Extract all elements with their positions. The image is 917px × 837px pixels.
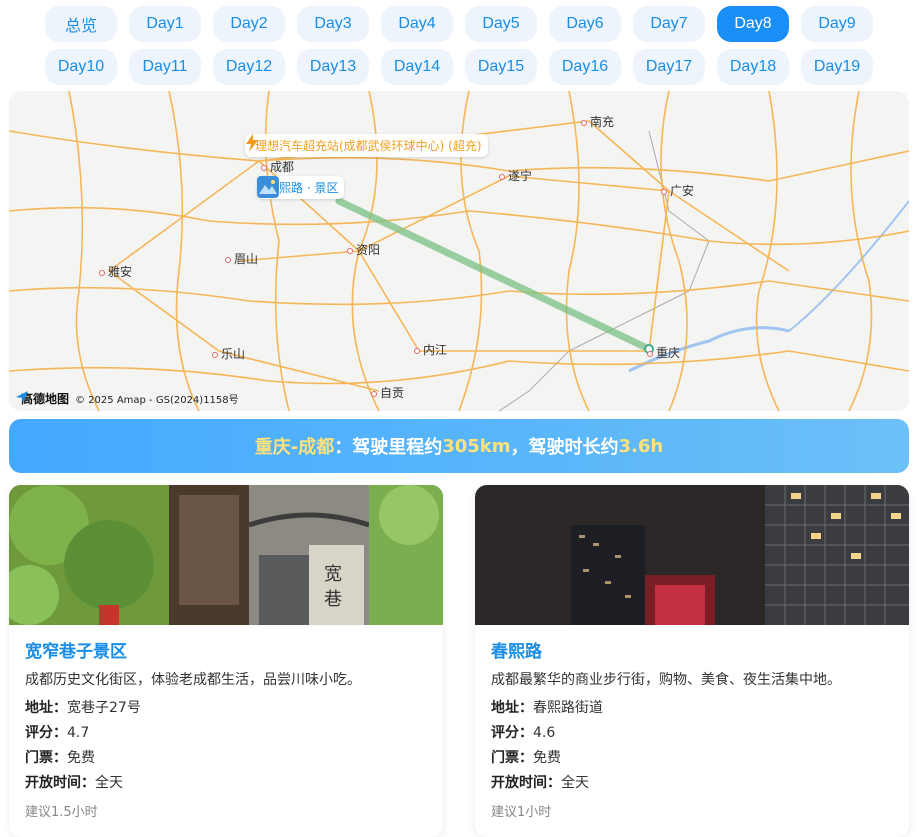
- city-nanchong: 南充: [581, 113, 614, 130]
- city-zigong: 自贡: [371, 384, 404, 401]
- charging-station-marker[interactable]: 理想汽车超充站(成都武侯环球中心) (超充): [245, 134, 488, 157]
- route-summary: 重庆-成都 ：驾驶里程约 305km ，驾驶时长约 3.6h: [9, 419, 909, 473]
- scenic-spot-marker[interactable]: 春熙路 · 景区: [257, 176, 345, 199]
- route-name: 重庆-成都: [254, 437, 335, 458]
- tab-day17[interactable]: Day17: [633, 49, 705, 85]
- tab-day11[interactable]: Day11: [129, 49, 201, 85]
- map-copyright: © 2025 Amap - GS(2024)1158号: [75, 395, 239, 406]
- tab-day7[interactable]: Day7: [633, 6, 705, 42]
- tab-day14[interactable]: Day14: [381, 49, 453, 85]
- tab-day5[interactable]: Day5: [465, 6, 537, 42]
- attraction-description: 成都历史文化街区，体验老成都生活，品尝川味小吃。: [25, 672, 361, 688]
- attraction-suggested-duration: 建议1小时: [491, 805, 552, 820]
- tab-day1[interactable]: Day1: [129, 6, 201, 42]
- city-ziyang: 资阳: [347, 241, 380, 258]
- attraction-suggested-duration: 建议1.5小时: [25, 805, 98, 820]
- charging-station-label: 理想汽车超充站(成都武侯环球中心) (超充): [255, 139, 482, 153]
- city-neijiang: 内江: [414, 341, 447, 358]
- attraction-description: 成都最繁华的商业步行街，购物、美食、夜生活集中地。: [491, 672, 841, 688]
- map-attribution: 高德地图 © 2025 Amap - GS(2024)1158号: [15, 390, 239, 407]
- svg-text:巷: 巷: [324, 589, 342, 610]
- tab-day16[interactable]: Day16: [549, 49, 621, 85]
- attraction-rating: 评分：4.7: [25, 725, 90, 741]
- attraction-card-chunxilu[interactable]: 春熙路 成都最繁华的商业步行街，购物、美食、夜生活集中地。 地址：春熙路街道 评…: [475, 485, 909, 837]
- tab-day19[interactable]: Day19: [801, 49, 873, 85]
- tab-day12[interactable]: Day12: [213, 49, 285, 85]
- city-leshan: 乐山: [212, 345, 245, 362]
- svg-text:宽: 宽: [324, 564, 342, 585]
- city-yaan: 雅安: [99, 263, 132, 280]
- attraction-hours: 开放时间：全天: [25, 775, 123, 791]
- city-chengdu: 成都: [261, 158, 294, 175]
- tab-day2[interactable]: Day2: [213, 6, 285, 42]
- tab-day13[interactable]: Day13: [297, 49, 369, 85]
- route-duration: 3.6h: [618, 435, 664, 457]
- tab-day15[interactable]: Day15: [465, 49, 537, 85]
- tab-day6[interactable]: Day6: [549, 6, 621, 42]
- attraction-hours: 开放时间：全天: [491, 775, 589, 791]
- attraction-title: 宽窄巷子景区: [25, 642, 127, 662]
- attraction-rating: 评分：4.6: [491, 725, 556, 741]
- attraction-card-kuanzhai[interactable]: 宽 巷 宽窄巷子景区 成都历史文化街区，体验老成都生活，品尝川味小吃。 地址：宽…: [9, 485, 443, 837]
- attraction-photo: [475, 485, 909, 625]
- attraction-photo: 宽 巷: [9, 485, 443, 625]
- attraction-title: 春熙路: [491, 642, 542, 662]
- attraction-ticket: 门票：免费: [25, 750, 95, 766]
- tab-day9[interactable]: Day9: [801, 6, 873, 42]
- city-chongqing: 重庆: [647, 344, 680, 361]
- attraction-address: 地址：春熙路街道: [491, 700, 603, 716]
- route-distance: 305km: [442, 435, 511, 457]
- summary-duration-label: ，驾驶时长约: [510, 437, 619, 458]
- tab-day18[interactable]: Day18: [717, 49, 789, 85]
- summary-distance-label: ：驾驶里程约: [334, 437, 443, 458]
- tab-overview[interactable]: 总览: [45, 6, 117, 42]
- tab-day8[interactable]: Day8: [717, 6, 789, 42]
- city-suining: 遂宁: [499, 167, 532, 184]
- tab-day10[interactable]: Day10: [45, 49, 117, 85]
- tab-day4[interactable]: Day4: [381, 6, 453, 42]
- tab-day3[interactable]: Day3: [297, 6, 369, 42]
- attraction-ticket: 门票：免费: [491, 750, 561, 766]
- attraction-address: 地址：宽巷子27号: [25, 700, 141, 716]
- city-guangan: 广安: [661, 182, 694, 199]
- route-map[interactable]: 南充 成都 遂宁 广安 眉山 资阳 雅安 乐山 内江 重庆 自贡 理想汽车超充站…: [9, 91, 909, 411]
- route-line: [335, 197, 653, 353]
- city-meishan: 眉山: [225, 250, 258, 267]
